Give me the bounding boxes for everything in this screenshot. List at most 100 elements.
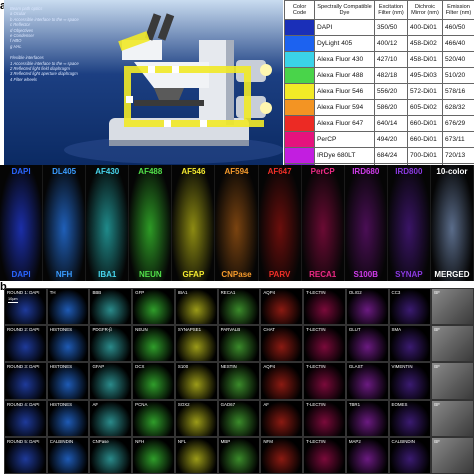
- cell-label: PARVALB: [220, 327, 241, 333]
- cell-label: NFL: [177, 438, 187, 444]
- excitation-cell: 556/20: [374, 83, 408, 100]
- grid-image-cell: AQP4: [260, 288, 304, 326]
- color-swatch: [284, 147, 315, 164]
- cell-label: AF: [92, 401, 99, 407]
- excitation-cell: 586/20: [374, 99, 408, 116]
- excitation-cell: 427/10: [374, 51, 408, 68]
- dye-name-cell: Alexa Fluor 594: [314, 99, 375, 116]
- grid-image-cell: CALBINDIN: [46, 436, 90, 474]
- grid-image-cell: NFM: [260, 436, 304, 474]
- cell-label: TBR1: [348, 401, 361, 407]
- grid-image-cell: NESTIN: [217, 362, 261, 400]
- dye-label: AF647: [267, 167, 292, 176]
- table-row: IRDye 680LT 684/24 700-Di01 720/13: [284, 147, 474, 164]
- dye-name-cell: DAPI: [314, 19, 375, 36]
- grid-image-cell: PCNA: [132, 399, 175, 437]
- fluorescence-tile: AF647 PARV: [258, 165, 302, 281]
- cell-label: MBP: [220, 438, 231, 444]
- grid-image-cell: MAP2: [345, 436, 389, 474]
- dichroic-cell: 572-Di01: [407, 83, 443, 100]
- grid-image-cell: AF: [89, 399, 133, 437]
- dye-name-cell: PerCP: [314, 131, 375, 148]
- grid-image-cell: HISTONES: [46, 325, 90, 363]
- cell-label: BF: [434, 438, 440, 444]
- grid-image-cell: HISTONES: [46, 362, 90, 400]
- emission-cell: 720/13: [442, 147, 474, 164]
- grid-image-cell: T-LECTIN: [303, 288, 346, 326]
- grid-image-cell: TH: [46, 288, 90, 326]
- cell-label: S100: [177, 364, 189, 370]
- marker-label: S100B: [353, 270, 378, 279]
- cell-label: NEUN: [135, 327, 148, 333]
- grid-image-cell: EOMES: [388, 399, 432, 437]
- cell-label: CALBINDIN: [391, 438, 415, 444]
- marker-label: RECA1: [309, 270, 337, 279]
- emission-cell: 673/11: [442, 131, 474, 148]
- dye-name-cell: IRDye 680LT: [314, 147, 375, 164]
- dye-label: IRD800: [395, 167, 423, 176]
- grid-image-cell: CHAT: [260, 325, 304, 363]
- cell-label: BBB: [92, 290, 102, 295]
- cell-label: BF: [434, 401, 440, 407]
- marker-label: NEUN: [138, 270, 162, 279]
- dye-label: AF546: [181, 167, 206, 176]
- dye-name-cell: Alexa Fluor 488: [314, 67, 375, 84]
- grid-image-cell: SMA: [388, 325, 432, 363]
- fluorescence-tile: DL405 NFH: [43, 165, 87, 281]
- color-swatch: [284, 35, 315, 52]
- header-excitation: Excitation Filter (nm): [374, 0, 408, 20]
- optics-legend: Beam path optics a Ocular b Accessible i…: [10, 6, 98, 82]
- dye-label: AF594: [224, 167, 249, 176]
- header-color-code: Color Code: [284, 0, 315, 20]
- grid-image-cell: BF: [431, 399, 474, 437]
- cell-label: T-LECTIN: [306, 364, 326, 370]
- cell-label: PCNA: [135, 401, 148, 407]
- cell-label: CC3: [391, 290, 401, 295]
- cell-label: ROUND 3: DAPI: [7, 364, 40, 370]
- cell-label: ROUND 1: DAPI: [7, 290, 40, 295]
- excitation-cell: 482/18: [374, 67, 408, 84]
- grid-image-cell: CALBINDIN: [388, 436, 432, 474]
- cell-label: BF: [434, 327, 440, 333]
- cell-label: T-LECTIN: [306, 401, 326, 407]
- cell-label: SMA: [391, 327, 402, 333]
- table-row: Alexa Fluor 430 427/10 458-Di01 520/40: [284, 51, 474, 68]
- marker-label: MERGED: [434, 270, 470, 279]
- grid-image-cell: OLIG2: [345, 288, 389, 326]
- cell-label: BF: [434, 290, 440, 295]
- cell-label: DCX: [135, 364, 145, 370]
- grid-image-cell: PARVALB: [217, 325, 261, 363]
- grid-image-cell: BF: [431, 436, 474, 474]
- grid-image-cell: SYNAPSE1: [174, 325, 218, 363]
- dye-label: 10-color: [436, 167, 468, 176]
- dichroic-cell: 660-Di01: [407, 131, 443, 148]
- fluorescence-tile: IRD800 SYNAP: [387, 165, 431, 281]
- cell-label: ROUND 5: DAPI: [7, 438, 40, 444]
- cell-label: IBA1: [177, 290, 188, 295]
- grid-image-cell: IBA1: [174, 288, 218, 326]
- fluorescence-tile: AF546 GFAP: [172, 165, 216, 281]
- cell-label: MAP2: [348, 438, 361, 444]
- color-swatch: [284, 131, 315, 148]
- dye-label: DAPI: [11, 167, 31, 176]
- header-emission: Emission Filter (nm): [442, 0, 474, 20]
- table-row: Alexa Fluor 546 556/20 572-Di01 578/16: [284, 83, 474, 100]
- grid-image-cell: RECA1: [217, 288, 261, 326]
- table-row: DyLight 405 400/12 458-Di02 466/40: [284, 35, 474, 52]
- dichroic-cell: 700-Di01: [407, 147, 443, 164]
- dye-label: IRD680: [352, 167, 380, 176]
- cell-label: T-LECTIN: [306, 327, 326, 333]
- cell-label: GFP: [135, 290, 145, 295]
- color-swatch: [284, 51, 315, 68]
- marker-label: GFAP: [182, 270, 205, 279]
- table-row: Alexa Fluor 594 586/20 605-Di02 628/32: [284, 99, 474, 116]
- cell-label: BF: [434, 364, 440, 370]
- grid-image-cell: ROUND 1: DAPI 10μm: [4, 288, 47, 326]
- fluorescence-tile: IRD680 S100B: [344, 165, 388, 281]
- table-row: DAPI 350/50 400-Di01 460/50: [284, 19, 474, 36]
- grid-image-cell: T-LECTIN: [303, 325, 346, 363]
- grid-image-cell: GFP: [132, 288, 175, 326]
- emission-cell: 520/40: [442, 51, 474, 68]
- dye-name-cell: DyLight 405: [314, 35, 375, 52]
- grid-image-cell: T-LECTIN: [303, 436, 346, 474]
